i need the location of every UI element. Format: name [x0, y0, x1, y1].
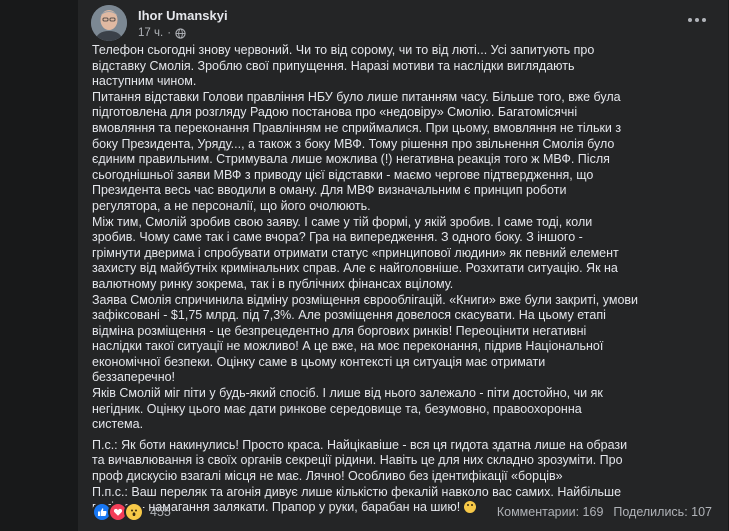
avatar[interactable] [91, 5, 127, 41]
wow-icon [124, 502, 144, 522]
post-paragraph: Яків Смолій міг піти у будь-який спосіб.… [92, 386, 603, 432]
post-time[interactable]: 17 ч. [138, 27, 163, 39]
post-footer: 455 Комментарии: 169 Поделились: 107 [92, 500, 712, 524]
shares-link[interactable]: Поделились: 107 [613, 505, 712, 519]
post-paragraph: Заява Смолія спричинила відміну розміщен… [92, 292, 639, 385]
more-options-icon[interactable] [683, 11, 711, 29]
comments-link[interactable]: Комментарии: 169 [497, 505, 604, 519]
post-text: Телефон сьогодні знову червоний. Чи то в… [92, 43, 712, 516]
post-paragraph: Телефон сьогодні знову червоний. Чи то в… [92, 43, 595, 89]
post-paragraph: Питання відставки Голови правління НБУ б… [92, 89, 622, 213]
post-paragraph: П.с.: Як боти накинулись! Просто краса. … [92, 437, 628, 484]
post-stats: Комментарии: 169 Поделились: 107 [497, 505, 712, 519]
reaction-count[interactable]: 455 [150, 505, 171, 519]
post-meta: 17 ч. · [138, 27, 186, 39]
post-header: Ihor Umanskyi 17 ч. · [91, 5, 711, 41]
globe-icon [175, 27, 186, 39]
post-card: Ihor Umanskyi 17 ч. · Телефон сьогодні з… [78, 0, 728, 531]
reactions-summary[interactable]: 455 [92, 502, 171, 522]
author-name[interactable]: Ihor Umanskyi [138, 8, 228, 23]
post-paragraph: Між тим, Смолій зробив свою заяву. І сам… [92, 214, 619, 291]
